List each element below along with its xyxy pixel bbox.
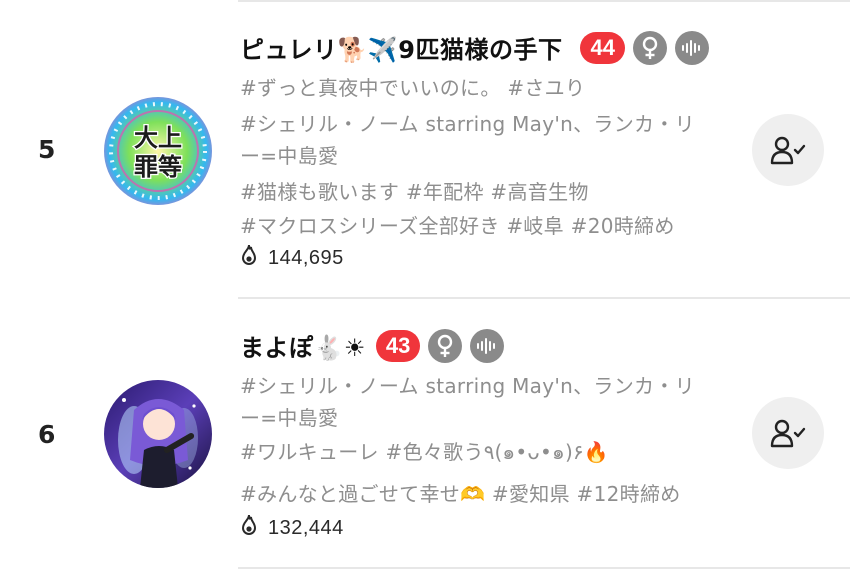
bottom-divider	[238, 567, 850, 569]
heat-value: 144,695	[268, 246, 344, 269]
flame-icon	[240, 244, 258, 272]
flame-icon	[240, 514, 258, 542]
user-check-icon	[770, 419, 806, 448]
level-badge: 44	[580, 31, 625, 64]
follow-button[interactable]	[752, 114, 824, 186]
female-icon	[632, 30, 667, 65]
avatar-logo-text: 大上	[134, 124, 182, 152]
tag-line: #シェリル・ノーム starring May'n、ランカ・リ	[240, 374, 695, 398]
female-icon	[428, 328, 463, 363]
level-badge: 43	[375, 329, 421, 362]
follow-button[interactable]	[752, 397, 824, 469]
tag-line: #みんなと過ごせて幸せ🫶 #愛知県 #12時締め	[240, 482, 681, 506]
name-line: まよぽ🐇☀ 43	[240, 328, 505, 363]
row-divider	[238, 297, 850, 299]
tag-line: #マクロスシリーズ全部好き #岐阜 #20時締め	[240, 214, 675, 238]
heat-stat: 132,444	[240, 514, 344, 542]
rank-number: 5	[38, 135, 56, 164]
voice-wave-icon	[674, 30, 709, 65]
ranking-row[interactable]: 5 大上 罪等 ピュレリ🐕✈️9匹猫様の手下 44 #ずっと真夜中でいいのに。 …	[0, 0, 850, 298]
tag-line: #シェリル・ノーム starring May'n、ランカ・リ	[240, 112, 695, 136]
tag-line: ー=中島愛	[240, 406, 339, 430]
rank-number: 6	[38, 420, 56, 449]
tag-line: #ワルキューレ #色々歌う٩(๑•ᴗ•๑)۶🔥	[240, 440, 609, 464]
user-check-icon	[770, 136, 806, 165]
tag-line: #猫様も歌います #年配枠 #高音生物	[240, 180, 589, 204]
tag-line: ー=中島愛	[240, 144, 339, 168]
heat-stat: 144,695	[240, 244, 344, 272]
user-name[interactable]: まよぽ🐇☀	[240, 328, 366, 363]
avatar[interactable]	[104, 380, 212, 488]
avatar[interactable]: 大上 罪等	[104, 97, 212, 205]
user-name[interactable]: ピュレリ🐕✈️9匹猫様の手下	[240, 30, 562, 65]
name-line: ピュレリ🐕✈️9匹猫様の手下 44	[240, 30, 709, 65]
heat-value: 132,444	[268, 516, 344, 539]
voice-wave-icon	[470, 328, 505, 363]
ranking-row[interactable]: 6 まよぽ🐇☀ 43 #シェリル・ノーム starring May'n、ランカ・…	[0, 300, 850, 571]
svg-text:罪等: 罪等	[134, 153, 182, 181]
tag-line: #ずっと真夜中でいいのに。 #さユり	[240, 76, 586, 100]
